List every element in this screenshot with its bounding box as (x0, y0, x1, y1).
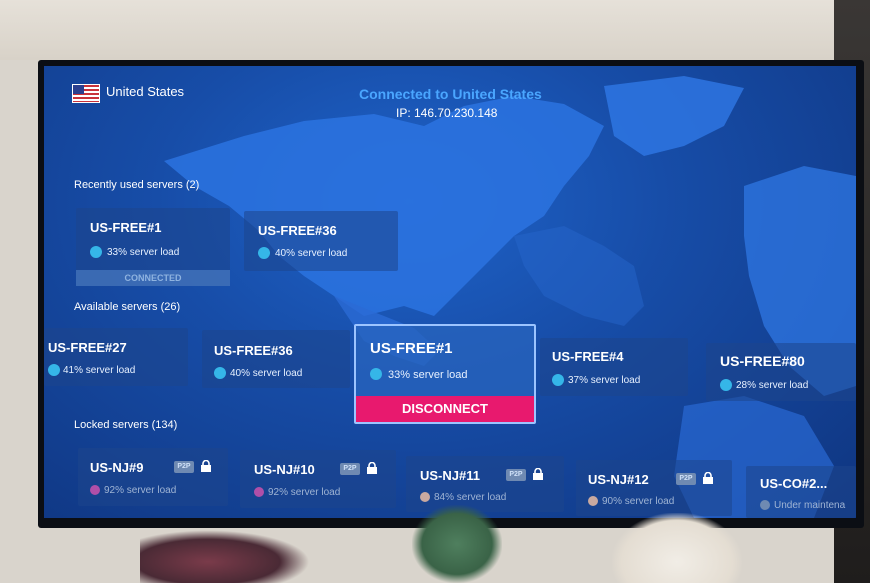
white-hat (612, 513, 742, 583)
p2p-badge: P2P (676, 473, 696, 485)
server-name: US-FREE#36 (214, 343, 293, 358)
connection-status: Connected to United States (359, 86, 542, 102)
locked-server-card-2[interactable]: US-NJ#10 P2P 92% server load (240, 450, 396, 508)
available-server-card-3-selected[interactable]: US-FREE#1 33% server load DISCONNECT (354, 324, 536, 424)
locked-server-card-1[interactable]: US-NJ#9 P2P 92% server load (78, 448, 228, 506)
load-indicator-icon (48, 364, 60, 376)
connected-badge: CONNECTED (76, 270, 230, 286)
load-indicator-icon (420, 492, 430, 502)
decorative-cushions (140, 530, 310, 583)
lock-icon (703, 472, 713, 484)
server-name: US-FREE#4 (552, 349, 624, 364)
server-load: 40% server load (230, 368, 303, 379)
server-load: 84% server load (434, 492, 507, 503)
load-indicator-icon (90, 485, 100, 495)
load-indicator-icon (552, 374, 564, 386)
available-servers-title: Available servers (26) (74, 301, 181, 313)
server-load: 33% server load (107, 247, 180, 258)
disconnect-button[interactable]: DISCONNECT (356, 396, 534, 422)
locked-servers-title: Locked servers (134) (74, 419, 178, 431)
server-load: 37% server load (568, 375, 641, 386)
wall-background (0, 0, 870, 60)
plush-toy (412, 505, 502, 583)
server-load: Under maintena (774, 500, 846, 511)
server-name: US-FREE#1 (90, 220, 162, 235)
server-load: 33% server load (388, 369, 468, 381)
server-name: US-FREE#80 (720, 353, 805, 369)
available-server-card-4[interactable]: US-FREE#4 37% server load (540, 338, 688, 396)
server-load: 40% server load (275, 248, 348, 259)
load-indicator-icon (720, 379, 732, 391)
p2p-badge: P2P (340, 463, 360, 475)
ip-address: IP: 146.70.230.148 (396, 106, 498, 120)
recent-server-card-2[interactable]: US-FREE#36 40% server load (244, 211, 398, 271)
tv-frame: United States Connected to United States… (38, 60, 864, 528)
server-name: US-NJ#12 (588, 472, 649, 487)
server-name: US-NJ#10 (254, 462, 315, 477)
server-load: 92% server load (104, 485, 177, 496)
server-name: US-FREE#27 (48, 340, 127, 355)
lock-icon (533, 468, 543, 480)
locked-server-card-4[interactable]: US-NJ#12 P2P 90% server load (576, 460, 732, 516)
lock-icon (201, 460, 211, 472)
p2p-badge: P2P (174, 461, 194, 473)
vpn-app-screen: United States Connected to United States… (44, 66, 856, 518)
recent-server-card-1[interactable]: US-FREE#1 33% server load CONNECTED (76, 208, 230, 286)
recent-servers-title: Recently used servers (2) (74, 179, 200, 191)
country-label: United States (106, 84, 185, 99)
server-load: 41% server load (63, 365, 136, 376)
server-load: 92% server load (268, 487, 341, 498)
server-name: US-FREE#1 (370, 340, 453, 357)
server-name: US-NJ#11 (420, 468, 480, 483)
load-indicator-icon (214, 367, 226, 379)
us-flag-icon (72, 84, 100, 103)
server-load: 28% server load (736, 380, 809, 391)
lock-icon (367, 462, 377, 474)
load-indicator-icon (258, 247, 270, 259)
locked-server-card-3[interactable]: US-NJ#11 P2P 84% server load (406, 456, 564, 512)
load-indicator-icon (588, 496, 598, 506)
load-indicator-icon (90, 246, 102, 258)
server-name: US-NJ#9 (90, 460, 144, 475)
load-indicator-icon (370, 368, 382, 380)
maintenance-icon (760, 500, 770, 510)
p2p-badge: P2P (506, 469, 526, 481)
server-load: 90% server load (602, 496, 675, 507)
locked-server-card-5[interactable]: US-CO#2... Under maintena (746, 466, 856, 518)
server-name: US-FREE#36 (258, 223, 337, 238)
available-server-card-5[interactable]: US-FREE#80 28% server load (706, 343, 856, 401)
available-server-card-1[interactable]: US-FREE#27 41% server load (44, 328, 188, 386)
available-server-card-2[interactable]: US-FREE#36 40% server load (202, 330, 350, 388)
load-indicator-icon (254, 487, 264, 497)
server-name: US-CO#2... (760, 476, 828, 491)
